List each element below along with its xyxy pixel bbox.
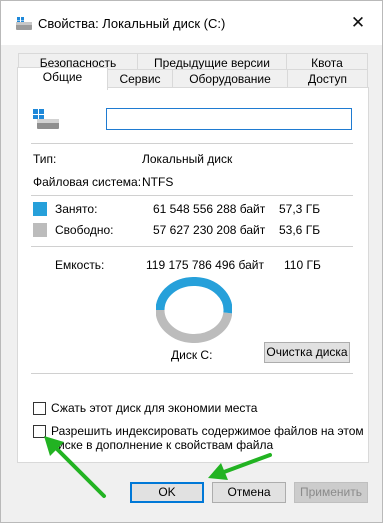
tab-label: Оборудование <box>189 72 271 86</box>
disk-label: Диск C: <box>171 348 213 362</box>
used-color-swatch <box>33 202 47 216</box>
usage-donut <box>156 277 232 343</box>
tab-hardware[interactable]: Оборудование <box>172 69 288 89</box>
compress-label: Сжать этот диск для экономии места <box>51 401 258 415</box>
tab-label: Доступ <box>307 72 348 86</box>
drive-icon <box>16 17 32 30</box>
tab-sharing[interactable]: Доступ <box>287 69 368 89</box>
ok-label: OK <box>158 485 176 499</box>
ok-button[interactable]: OK <box>130 482 204 503</box>
drive-name-input[interactable] <box>106 108 352 130</box>
close-button[interactable]: ✕ <box>348 13 368 33</box>
tab-label: Общие <box>42 70 83 84</box>
capacity-size: 110 ГБ <box>284 258 321 272</box>
cancel-label: Отмена <box>227 485 271 499</box>
apply-label: Применить <box>299 485 362 499</box>
cancel-button[interactable]: Отмена <box>212 482 286 503</box>
filesystem-label: Файловая система: <box>33 175 142 189</box>
tab-general[interactable]: Общие <box>17 67 108 90</box>
compress-checkbox[interactable] <box>33 402 46 415</box>
window-title: Свойства: Локальный диск (C:) <box>38 16 226 31</box>
cleanup-label: Очистка диска <box>266 345 348 359</box>
free-size: 53,6 ГБ <box>279 223 321 237</box>
capacity-label: Емкость: <box>55 258 105 272</box>
used-bytes: 61 548 556 288 байт <box>153 202 266 216</box>
used-label: Занято: <box>55 202 98 216</box>
capacity-bytes: 119 175 786 496 байт <box>146 258 265 272</box>
index-label-line1: Разрешить индексировать содержимое файло… <box>51 424 364 438</box>
windows-drive-icon <box>33 109 59 129</box>
used-space-ring <box>156 277 232 314</box>
tab-service[interactable]: Сервис <box>107 69 173 89</box>
type-label: Тип: <box>33 152 57 166</box>
free-color-swatch <box>33 223 47 237</box>
close-icon: ✕ <box>350 13 366 32</box>
used-size: 57,3 ГБ <box>279 202 321 216</box>
free-label: Свободно: <box>55 223 114 237</box>
free-space-ring <box>156 309 232 343</box>
separator <box>31 195 353 196</box>
index-label-line2: диске в дополнение к свойствам файла <box>51 438 274 452</box>
type-value: Локальный диск <box>142 152 233 166</box>
title-bar: Свойства: Локальный диск (C:) ✕ <box>1 1 382 45</box>
filesystem-value: NTFS <box>142 175 174 189</box>
separator <box>31 246 353 247</box>
free-bytes: 57 627 230 208 байт <box>153 223 266 237</box>
tab-label: Предыдущие версии <box>154 56 270 70</box>
separator <box>31 373 353 374</box>
disk-cleanup-button[interactable]: Очистка диска <box>264 342 350 363</box>
apply-button[interactable]: Применить <box>294 482 368 503</box>
index-checkbox[interactable] <box>33 425 46 438</box>
separator <box>31 143 353 144</box>
tab-label: Сервис <box>119 72 161 86</box>
properties-window: Свойства: Локальный диск (C:) ✕ Безопасн… <box>0 0 383 523</box>
tab-label: Квота <box>311 56 343 70</box>
